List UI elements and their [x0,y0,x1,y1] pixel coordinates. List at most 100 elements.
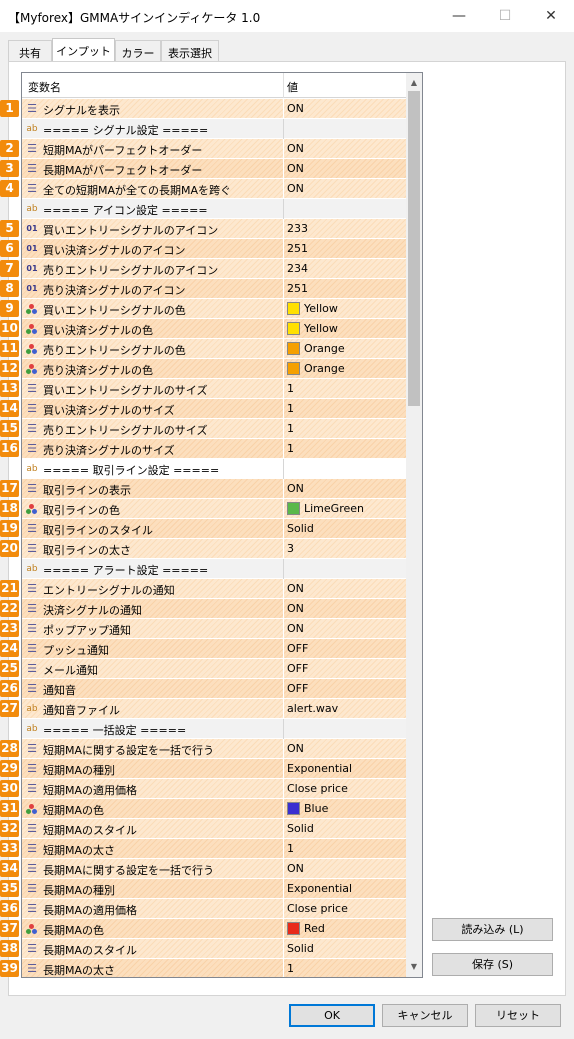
parameter-value[interactable]: OFF [287,642,308,655]
parameter-value[interactable]: Blue [304,802,328,815]
section-header-row[interactable]: ab ===== アイコン設定 ===== [22,199,406,219]
parameter-value[interactable]: Red [304,922,325,935]
parameter-value[interactable]: Orange [304,342,345,355]
scroll-up-arrow-icon[interactable]: ▲ [406,75,422,91]
parameter-row[interactable]: 取引ラインの色 LimeGreen [22,499,406,519]
parameter-value[interactable]: LimeGreen [304,502,364,515]
parameter-row[interactable]: ☰ 短期MAのスタイル Solid [22,819,406,839]
parameter-value[interactable]: 1 [287,442,294,455]
parameter-row[interactable]: ☰ 長期MAの適用価格 Close price [22,899,406,919]
parameter-value[interactable]: 251 [287,282,308,295]
parameter-value[interactable]: 1 [287,422,294,435]
parameter-value[interactable]: ON [287,582,304,595]
tab-visualization[interactable]: 表示選択 [161,40,219,62]
parameter-row[interactable]: ☰ 長期MAに関する設定を一括で行う ON [22,859,406,879]
parameter-value[interactable]: 233 [287,222,308,235]
color-swatch[interactable] [287,362,300,375]
parameter-row[interactable]: 01 売り決済シグナルのアイコン 251 [22,279,406,299]
parameter-row[interactable]: ab 通知音ファイル alert.wav [22,699,406,719]
parameter-row[interactable]: 買い決済シグナルの色 Yellow [22,319,406,339]
column-divider[interactable] [283,73,284,98]
parameter-value[interactable]: 234 [287,262,308,275]
parameter-row[interactable]: ☰ 短期MAの太さ 1 [22,839,406,859]
parameter-value[interactable]: ON [287,482,304,495]
parameter-row[interactable]: 01 買い決済シグナルのアイコン 251 [22,239,406,259]
section-header-row[interactable]: ab ===== 取引ライン設定 ===== [22,459,406,479]
parameter-row[interactable]: ☰ 決済シグナルの通知 ON [22,599,406,619]
tab-colors[interactable]: カラー [115,40,161,62]
parameter-row[interactable]: ☰ 短期MAがパーフェクトオーダー ON [22,139,406,159]
parameter-row[interactable]: ☰ エントリーシグナルの通知 ON [22,579,406,599]
parameter-value[interactable]: ON [287,182,304,195]
parameter-row[interactable]: ☰ 短期MAに関する設定を一括で行う ON [22,739,406,759]
parameter-value[interactable]: Exponential [287,762,352,775]
parameter-row[interactable]: ☰ メール通知 OFF [22,659,406,679]
parameter-row[interactable]: 長期MAの色 Red [22,919,406,939]
parameter-value[interactable]: Yellow [304,302,338,315]
parameter-row[interactable]: ☰ 長期MAの太さ 1 [22,959,406,977]
color-swatch[interactable] [287,922,300,935]
parameter-row[interactable]: ☰ 取引ラインの表示 ON [22,479,406,499]
parameter-value[interactable]: 1 [287,842,294,855]
parameter-row[interactable]: 01 売りエントリーシグナルのアイコン 234 [22,259,406,279]
close-button[interactable]: ✕ [528,0,574,32]
parameter-value[interactable]: ON [287,142,304,155]
reset-button[interactable]: リセット [475,1004,561,1027]
parameter-row[interactable]: ☰ 短期MAの種別 Exponential [22,759,406,779]
parameter-row[interactable]: 01 買いエントリーシグナルのアイコン 233 [22,219,406,239]
parameter-row[interactable]: 売り決済シグナルの色 Orange [22,359,406,379]
parameter-value[interactable]: 1 [287,382,294,395]
tab-common[interactable]: 共有 [8,40,52,62]
column-header-name[interactable]: 変数名 [28,79,61,95]
scroll-down-arrow-icon[interactable]: ▼ [406,959,422,975]
parameter-value[interactable]: ON [287,162,304,175]
parameter-row[interactable]: ☰ プッシュ通知 OFF [22,639,406,659]
parameter-row[interactable]: ☰ 長期MAがパーフェクトオーダー ON [22,159,406,179]
color-swatch[interactable] [287,302,300,315]
parameter-value[interactable]: Solid [287,522,314,535]
parameter-row[interactable]: ☰ 短期MAの適用価格 Close price [22,779,406,799]
section-header-row[interactable]: ab ===== シグナル設定 ===== [22,119,406,139]
parameter-value[interactable]: 1 [287,962,294,975]
color-swatch[interactable] [287,802,300,815]
save-button[interactable]: 保存 (S) [432,953,553,976]
parameter-row[interactable]: ☰ 取引ラインのスタイル Solid [22,519,406,539]
parameter-value[interactable]: OFF [287,662,308,675]
parameter-value[interactable]: Yellow [304,322,338,335]
parameter-row[interactable]: 短期MAの色 Blue [22,799,406,819]
section-header-row[interactable]: ab ===== 一括設定 ===== [22,719,406,739]
parameter-value[interactable]: Orange [304,362,345,375]
parameter-value[interactable]: Exponential [287,882,352,895]
parameter-value[interactable]: ON [287,742,304,755]
color-swatch[interactable] [287,502,300,515]
maximize-button[interactable]: ☐ [482,0,528,32]
parameter-row[interactable]: ☰ シグナルを表示 ON [22,99,406,119]
parameter-value[interactable]: 3 [287,542,294,555]
parameter-value[interactable]: Close price [287,782,348,795]
parameter-value[interactable]: Solid [287,942,314,955]
color-swatch[interactable] [287,322,300,335]
parameter-value[interactable]: alert.wav [287,702,338,715]
load-button[interactable]: 読み込み (L) [432,918,553,941]
parameter-row[interactable]: ☰ 長期MAの種別 Exponential [22,879,406,899]
parameter-row[interactable]: ☰ 全ての短期MAが全ての長期MAを跨ぐ ON [22,179,406,199]
parameter-row[interactable]: ☰ 長期MAのスタイル Solid [22,939,406,959]
ok-button[interactable]: OK [289,1004,375,1027]
parameter-value[interactable]: Solid [287,822,314,835]
tab-inputs[interactable]: インプット [52,38,115,62]
parameter-row[interactable]: ☰ 売りエントリーシグナルのサイズ 1 [22,419,406,439]
parameter-value[interactable]: 251 [287,242,308,255]
scroll-thumb[interactable] [408,91,420,406]
color-swatch[interactable] [287,342,300,355]
section-header-row[interactable]: ab ===== アラート設定 ===== [22,559,406,579]
parameter-value[interactable]: 1 [287,402,294,415]
parameter-row[interactable]: ☰ 通知音 OFF [22,679,406,699]
column-header-value[interactable]: 値 [287,79,298,95]
parameter-value[interactable]: Close price [287,902,348,915]
minimize-button[interactable]: — [436,0,482,32]
parameter-row[interactable]: 売りエントリーシグナルの色 Orange [22,339,406,359]
parameter-value[interactable]: ON [287,862,304,875]
parameter-row[interactable]: ☰ 取引ラインの太さ 3 [22,539,406,559]
parameter-value[interactable]: ON [287,602,304,615]
parameter-row[interactable]: ☰ 売り決済シグナルのサイズ 1 [22,439,406,459]
